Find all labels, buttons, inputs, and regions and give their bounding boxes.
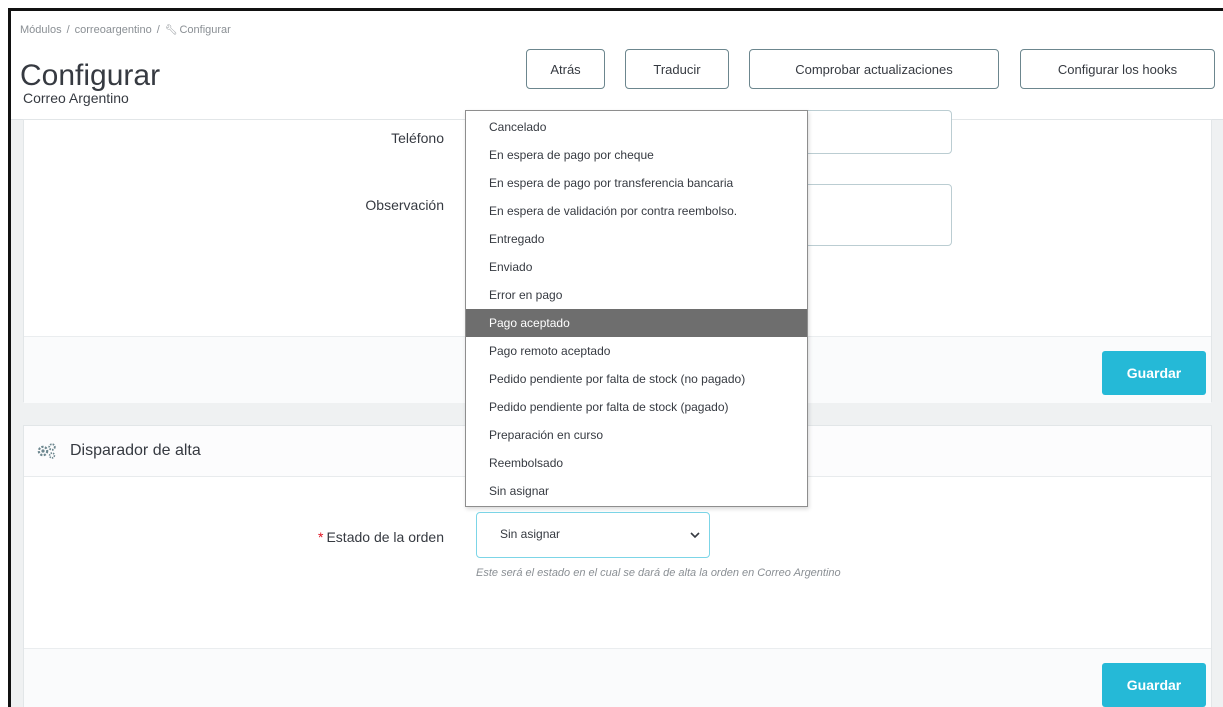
dropdown-option[interactable]: Preparación en curso xyxy=(466,421,807,449)
dropdown-option[interactable]: Entregado xyxy=(466,225,807,253)
order-state-label-text: Estado de la orden xyxy=(326,529,444,545)
trigger-panel-footer: Guardar xyxy=(24,648,1211,707)
order-state-select-value: Sin asignar xyxy=(500,527,561,541)
save-trigger-button[interactable]: Guardar xyxy=(1102,663,1206,707)
dropdown-option[interactable]: Reembolsado xyxy=(466,449,807,477)
dropdown-option[interactable]: Sin asignar xyxy=(466,477,807,505)
dropdown-option[interactable]: En espera de pago por transferencia banc… xyxy=(466,169,807,197)
order-state-select[interactable]: Sin asignar xyxy=(476,512,710,558)
wrench-icon: 🔧︎ xyxy=(164,25,178,36)
dropdown-option[interactable]: Enviado xyxy=(466,253,807,281)
dropdown-option[interactable]: Pedido pendiente por falta de stock (no … xyxy=(466,365,807,393)
observation-label: Observación xyxy=(365,197,444,213)
back-button[interactable]: Atrás xyxy=(526,49,605,89)
page-header: Módulos / correoargentino / 🔧︎ Configurar Con… xyxy=(11,11,1223,120)
cogs-icon xyxy=(36,442,58,465)
breadcrumb-modules[interactable]: Módulos xyxy=(20,24,62,36)
dropdown-option-highlighted[interactable]: Pago aceptado xyxy=(466,309,807,337)
phone-label: Teléfono xyxy=(391,130,444,146)
save-button[interactable]: Guardar xyxy=(1102,351,1206,395)
dropdown-option[interactable]: En espera de validación por contra reemb… xyxy=(466,197,807,225)
order-state-help: Este será el estado en el cual se dará d… xyxy=(476,567,841,579)
order-state-label: * Estado de la orden xyxy=(224,529,444,545)
dropdown-option[interactable]: Cancelado xyxy=(466,113,807,141)
configure-hooks-button[interactable]: Configurar los hooks xyxy=(1020,49,1215,89)
trigger-panel-title: Disparador de alta xyxy=(70,442,201,459)
page-frame: Módulos / correoargentino / 🔧︎ Configurar Con… xyxy=(8,8,1223,707)
required-mark: * xyxy=(318,529,324,545)
breadcrumb-module[interactable]: correoargentino xyxy=(75,24,152,36)
breadcrumb-current: Configurar xyxy=(179,24,231,36)
dropdown-option[interactable]: Pedido pendiente por falta de stock (pag… xyxy=(466,393,807,421)
dropdown-option[interactable]: Error en pago xyxy=(466,281,807,309)
order-state-dropdown: Cancelado En espera de pago por cheque E… xyxy=(465,110,808,507)
dropdown-option[interactable]: En espera de pago por cheque xyxy=(466,141,807,169)
translate-button[interactable]: Traducir xyxy=(625,49,729,89)
check-updates-button[interactable]: Comprobar actualizaciones xyxy=(749,49,999,89)
breadcrumb: Módulos / correoargentino / 🔧︎ Configurar xyxy=(20,24,231,36)
dropdown-option[interactable]: Pago remoto aceptado xyxy=(466,337,807,365)
page-subtitle: Correo Argentino xyxy=(23,90,129,106)
chevron-down-icon xyxy=(689,527,701,545)
page-title: Configurar xyxy=(20,59,161,92)
